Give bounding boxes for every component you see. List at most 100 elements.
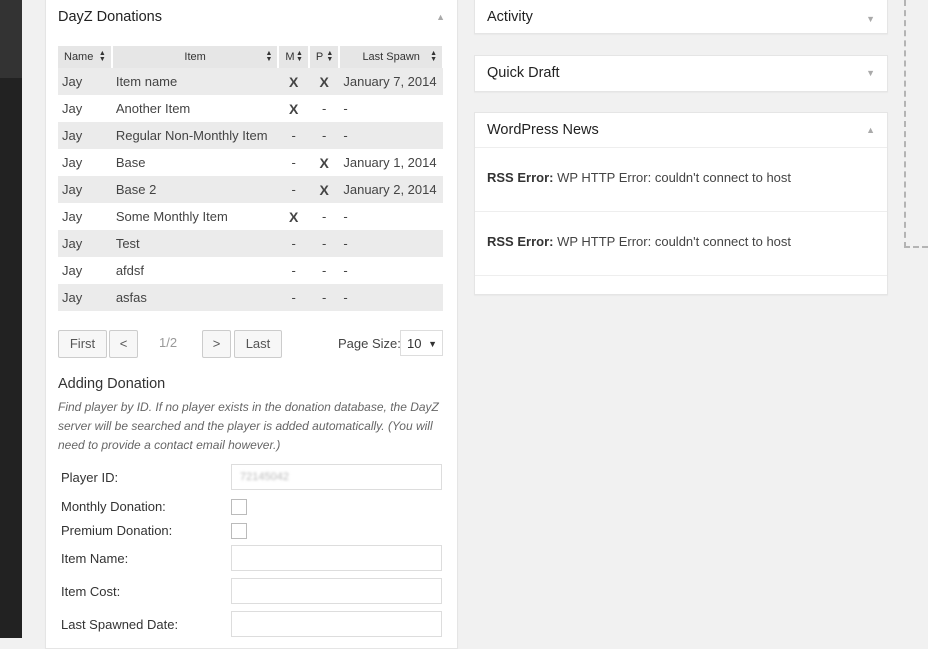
cell-monthly: - <box>278 176 309 203</box>
cell-premium: X <box>308 149 340 176</box>
table-row: Jay Regular Non-Monthly Item - - - <box>58 122 443 149</box>
page-size-value: 10 <box>407 336 422 351</box>
cell-name: Jay <box>58 149 112 176</box>
cell-monthly: X <box>278 68 309 95</box>
cell-premium: - <box>308 203 340 230</box>
item-name-input[interactable] <box>231 545 442 571</box>
premium-donation-row: Premium Donation: <box>61 517 446 545</box>
rss-error-text: WP HTTP Error: couldn't connect to host <box>557 170 792 185</box>
player-id-row: Player ID: 72145042 <box>61 464 446 492</box>
sort-arrows-icon: ▲ ▼ <box>98 50 106 63</box>
admin-sidebar-highlight <box>0 0 22 78</box>
cell-name: Jay <box>58 257 112 284</box>
table-row: Jay Base 2- X January 2, 2014 <box>58 176 443 203</box>
first-page-button[interactable]: First <box>58 330 107 358</box>
wordpress-news-widget: WordPress News ▲ RSS Error: WP HTTP Erro… <box>474 112 888 295</box>
cell-premium: - <box>308 95 340 122</box>
column-header-label: Item <box>184 51 206 63</box>
cell-monthly: - <box>278 122 309 149</box>
column-header-label: Name <box>64 51 94 63</box>
admin-sidebar <box>0 0 22 638</box>
item-name-row: Item Name: <box>61 545 446 573</box>
column-header-label: M <box>285 51 295 63</box>
sort-arrows-icon: ▲ ▼ <box>295 50 303 63</box>
expand-triangle-icon[interactable]: ▼ <box>866 56 875 90</box>
dayz-donations-widget: DayZ Donations ▲ Name ▲ ▼ Item ▲ ▼ M ▲ ▼ P ▲ ▼ L… <box>45 0 458 649</box>
cell-last-spawn: January 2, 2014 <box>339 176 443 203</box>
sort-arrows-icon: ▲ ▼ <box>265 50 273 63</box>
cell-last-spawn: - <box>339 203 443 230</box>
collapse-triangle-icon[interactable]: ▲ <box>866 113 875 147</box>
cell-item: Some Monthly Item <box>111 203 279 230</box>
cell-last-spawn: - <box>339 95 443 122</box>
last-page-button[interactable]: Last <box>234 330 282 358</box>
column-header-item[interactable]: Item ▲ ▼ <box>111 46 280 68</box>
drop-zone-placeholder <box>904 0 928 248</box>
cell-item: Base <box>111 149 279 176</box>
player-id-input[interactable]: 72145042 <box>231 464 442 490</box>
activity-widget: Activity ▼ <box>474 0 888 34</box>
cell-item: Another Item <box>111 95 279 122</box>
cell-last-spawn: - <box>339 122 443 149</box>
cell-name: Jay <box>58 95 112 122</box>
activity-title-text: Activity <box>487 9 533 25</box>
column-header-m[interactable]: M ▲ ▼ <box>278 46 310 68</box>
column-header-label: P <box>315 51 324 63</box>
next-page-button[interactable]: > <box>202 330 231 358</box>
expand-triangle-icon[interactable]: ▼ <box>866 0 875 38</box>
player-id-value: 72145042 <box>240 471 289 483</box>
table-row: Jay Another Item X - - <box>58 95 443 122</box>
cell-item: Test <box>111 230 279 257</box>
collapse-triangle-icon[interactable]: ▲ <box>436 0 445 36</box>
rss-error-line: RSS Error: WP HTTP Error: couldn't conne… <box>487 170 791 185</box>
column-header-last-spawn[interactable]: Last Spawn ▲ ▼ <box>339 46 444 68</box>
cell-name: Jay <box>58 122 112 149</box>
cell-monthly: - <box>278 230 309 257</box>
rss-error-item: RSS Error: WP HTTP Error: couldn't conne… <box>475 212 887 276</box>
cell-name: Jay <box>58 230 112 257</box>
monthly-donation-checkbox[interactable] <box>231 499 247 515</box>
caret-down-icon: ▼ <box>428 339 437 349</box>
cell-name: Jay <box>58 284 112 311</box>
item-cost-label: Item Cost: <box>61 584 121 599</box>
rss-error-line: RSS Error: WP HTTP Error: couldn't conne… <box>487 234 791 249</box>
cell-premium: - <box>308 284 340 311</box>
table-row: Jay asfas - - - <box>58 284 443 311</box>
rss-error-label: RSS Error: <box>487 234 554 249</box>
adding-donation-heading: Adding Donation <box>58 376 166 392</box>
cell-name: Jay <box>58 203 112 230</box>
page-indicator: 1/2 <box>159 335 178 350</box>
premium-donation-checkbox[interactable] <box>231 523 247 539</box>
last-spawned-label: Last Spawned Date: <box>61 617 179 632</box>
dayz-donations-title[interactable]: DayZ Donations ▲ <box>46 0 457 34</box>
table-row: Jay Base - X January 1, 2014 <box>58 149 443 176</box>
player-id-label: Player ID: <box>61 470 119 485</box>
column-header-name[interactable]: Name ▲ ▼ <box>58 46 113 68</box>
prev-page-button[interactable]: < <box>109 330 138 358</box>
item-name-label: Item Name: <box>61 551 129 566</box>
quick-draft-title[interactable]: Quick Draft ▼ <box>475 56 887 90</box>
cell-last-spawn: - <box>339 230 443 257</box>
item-cost-input[interactable] <box>231 578 442 604</box>
cell-premium: - <box>308 230 340 257</box>
wordpress-news-title[interactable]: WordPress News ▲ <box>475 113 887 148</box>
rss-error-item: RSS Error: WP HTTP Error: couldn't conne… <box>475 148 887 212</box>
quick-draft-widget: Quick Draft ▼ <box>474 55 888 92</box>
activity-title[interactable]: Activity ▼ <box>475 0 887 33</box>
column-header-p[interactable]: P ▲ ▼ <box>308 46 341 68</box>
page-size-select[interactable]: 10 ▼ <box>400 330 443 356</box>
table-row: Jay Test - - - <box>58 230 443 257</box>
cell-item: afdsf <box>111 257 279 284</box>
pagination-bar: First < 1/2 > Last Page Size: 10 ▼ <box>58 330 444 358</box>
cell-name: Jay <box>58 176 112 203</box>
last-spawned-input[interactable] <box>231 611 442 637</box>
cell-premium: X <box>308 176 340 203</box>
cell-monthly: - <box>278 257 309 284</box>
cell-premium: - <box>308 122 340 149</box>
cell-monthly: - <box>278 149 309 176</box>
cell-monthly: - <box>278 284 309 311</box>
rss-error-text: WP HTTP Error: couldn't connect to host <box>557 234 792 249</box>
dayz-donations-title-text: DayZ Donations <box>58 9 162 25</box>
sort-arrows-icon: ▲ ▼ <box>430 50 437 63</box>
wordpress-news-title-text: WordPress News <box>487 122 599 138</box>
